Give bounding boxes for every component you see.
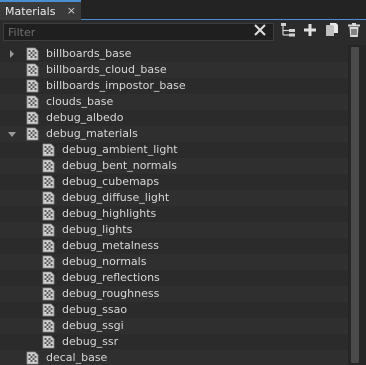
tree-item-label: debug_metalness	[62, 239, 159, 252]
material-icon	[42, 255, 55, 269]
material-icon	[42, 239, 55, 253]
tree-item-label: clouds_base	[46, 95, 114, 108]
material-icon	[42, 159, 55, 173]
tree-row[interactable]: debug_ssr	[0, 334, 348, 350]
tree-row[interactable]: debug_normals	[0, 254, 348, 270]
tree-item-label: billboards_cloud_base	[46, 63, 167, 76]
material-icon	[26, 111, 39, 125]
clone-icon[interactable]	[324, 22, 340, 38]
tree-item-label: billboards_impostor_base	[46, 79, 186, 92]
tree-item-label: debug_albedo	[46, 111, 124, 124]
tree-item-label: debug_normals	[62, 255, 147, 268]
material-icon	[26, 351, 39, 365]
tab-label: Materials	[5, 4, 56, 18]
tree-item-label: debug_cubemaps	[62, 175, 160, 188]
tree-item-label: debug_lights	[62, 223, 133, 236]
collapse-arrow-icon[interactable]	[8, 130, 16, 138]
add-icon[interactable]	[302, 22, 318, 38]
tree-row[interactable]: debug_ambient_light	[0, 142, 348, 158]
tree-row[interactable]: decal_base	[0, 350, 348, 365]
material-icon	[42, 175, 55, 189]
tree-item-label: debug_diffuse_light	[62, 191, 170, 204]
material-icon	[26, 47, 39, 61]
materials-tree[interactable]: billboards_base billboards_cloud_base bi…	[0, 45, 348, 365]
tree-row[interactable]: debug_roughness	[0, 286, 348, 302]
vertical-scrollbar[interactable]	[348, 45, 366, 365]
tree-item-label: debug_bent_normals	[62, 159, 177, 172]
tree-row[interactable]: debug_reflections	[0, 270, 348, 286]
close-icon[interactable]	[253, 23, 267, 37]
tree-row[interactable]: debug_lights	[0, 222, 348, 238]
tree-item-label: debug_highlights	[62, 207, 157, 220]
material-icon	[42, 271, 55, 285]
trash-icon[interactable]	[346, 22, 362, 38]
material-icon	[42, 143, 55, 157]
material-icon	[42, 191, 55, 205]
tab-bar: Materials ×	[0, 0, 366, 20]
hierarchy-icon[interactable]	[280, 22, 296, 38]
tree-item-label: debug_materials	[46, 127, 138, 140]
tree-row[interactable]: billboards_cloud_base	[0, 62, 348, 78]
tree-row[interactable]: debug_highlights	[0, 206, 348, 222]
material-icon	[42, 303, 55, 317]
tree-item-label: debug_roughness	[62, 287, 160, 300]
expand-arrow-icon[interactable]	[8, 50, 16, 58]
tree-row[interactable]: billboards_base	[0, 46, 348, 62]
tree-item-label: debug_ambient_light	[62, 143, 178, 156]
material-icon	[42, 335, 55, 349]
tree-row[interactable]: debug_metalness	[0, 238, 348, 254]
tree-row[interactable]: debug_diffuse_light	[0, 190, 348, 206]
tree-item-label: decal_base	[46, 351, 108, 364]
tree-row[interactable]: debug_materials	[0, 126, 348, 142]
tree-row[interactable]: debug_albedo	[0, 110, 348, 126]
tab-close-icon[interactable]: ×	[67, 4, 76, 17]
tree-item-label: debug_ssr	[62, 335, 119, 348]
material-icon	[42, 319, 55, 333]
scroll-thumb[interactable]	[351, 47, 359, 363]
tree-row[interactable]: debug_bent_normals	[0, 158, 348, 174]
filter-field[interactable]	[3, 23, 274, 41]
tree-row[interactable]: billboards_impostor_base	[0, 78, 348, 94]
tree-item-label: debug_ssao	[62, 303, 128, 316]
material-icon	[26, 127, 39, 141]
tree-item-label: billboards_base	[46, 47, 132, 60]
tab-materials[interactable]: Materials ×	[0, 0, 81, 20]
material-icon	[42, 207, 55, 221]
material-icon	[26, 95, 39, 109]
tree-item-label: debug_ssgi	[62, 319, 124, 332]
material-icon	[42, 287, 55, 301]
tree-row[interactable]: debug_ssao	[0, 302, 348, 318]
tree-row[interactable]: debug_ssgi	[0, 318, 348, 334]
material-icon	[26, 79, 39, 93]
tree-item-label: debug_reflections	[62, 271, 160, 284]
tree-row[interactable]: clouds_base	[0, 94, 348, 110]
material-icon	[26, 63, 39, 77]
material-icon	[42, 223, 55, 237]
filter-input[interactable]	[4, 24, 273, 40]
tree-row[interactable]: debug_cubemaps	[0, 174, 348, 190]
